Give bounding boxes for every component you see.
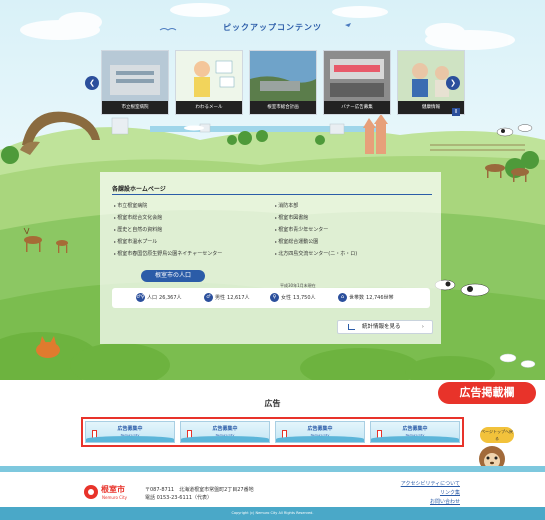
ad-banner-area: 広告募集中 Nemuro City 広告募集中 Nemuro City 広告募集…	[81, 417, 464, 447]
stat-value: 12,617人	[227, 295, 250, 301]
ad-section: 広告 広告掲載欄 広告募集中 Nemuro City 広告募集中 Nemuro …	[0, 380, 545, 465]
ad-banner[interactable]: 広告募集中 Nemuro City	[275, 421, 365, 443]
hero-scene: ピックアップコンテンツ ❮ 市立根室病院 わわるメール 根室市総合計画 バナー広…	[0, 0, 545, 380]
stat-label: 女性	[281, 295, 292, 301]
dept-link[interactable]: 根室市春国岱原生野鳥公園ネイチャーセンター	[114, 248, 222, 260]
stat-label: 人口	[147, 295, 158, 301]
statistics-button[interactable]: 統計情報を見る ›	[337, 320, 433, 334]
pickup-title: ピックアップコンテンツ	[223, 23, 322, 32]
banner-ad-image	[324, 51, 390, 101]
departments-list-right: 消防本部 根室市図書館 根室市青少年センター 根室総合運動公園 北方四島交流セン…	[275, 200, 357, 260]
ad-banner[interactable]: 広告募集中 Nemuro City	[180, 421, 270, 443]
stat-female: ♀ 女性 13,750人	[270, 293, 316, 303]
dept-link[interactable]: 根室総合運動公園	[275, 236, 357, 248]
stat-male: ♂ 男性 12,617人	[204, 293, 250, 303]
stat-households: ⌂ 世帯数 12,746世帯	[338, 293, 394, 303]
people-icon: ♂♀	[136, 293, 145, 302]
dept-link[interactable]: 北方四島交流センター(ニ・ホ・ロ)	[275, 248, 357, 260]
female-icon: ♀	[270, 293, 279, 302]
carousel-pause-button[interactable]: II	[452, 108, 460, 116]
chevron-right-icon: ›	[421, 324, 424, 330]
population-title: 根室市の人口	[141, 270, 205, 282]
departments-title: 各課設ホームページ	[112, 186, 166, 193]
stat-value: 12,746世帯	[366, 295, 394, 301]
slide-caption: 市立根室病院	[102, 101, 168, 114]
dept-link[interactable]: 根室市青少年センター	[275, 224, 357, 236]
departments-panel: 各課設ホームページ 市立根室病院 根室市総合文化会館 歴史と自然の資料館 根室市…	[100, 172, 441, 344]
slide-caption: わわるメール	[176, 101, 242, 114]
male-icon: ♂	[204, 293, 213, 302]
dept-link[interactable]: 根室市温水プール	[114, 236, 222, 248]
wave-decoration	[86, 436, 174, 442]
city-logo-subtext: Nemuro City	[102, 495, 127, 500]
footer-address: 〒087-8711 北海道根室市常盤町2丁目27番地	[145, 487, 254, 493]
carousel-slide-banner-ad[interactable]: バナー広告募集	[323, 50, 391, 115]
carousel-slide-plan[interactable]: 根室市総合計画	[249, 50, 317, 115]
copyright: Copyright (c) Nemuro City All Rights Res…	[0, 507, 545, 520]
stat-label: 世帯数	[349, 295, 365, 301]
footer-links: アクセシビリティについて リンク集 お問い合わせ	[398, 480, 460, 507]
pickup-carousel: ❮ 市立根室病院 わわるメール 根室市総合計画 バナー広告募集 健康情報 ❯	[85, 50, 465, 120]
footer-address-block: 〒087-8711 北海道根室市常盤町2丁目27番地 電話 0153-23-61…	[145, 486, 254, 502]
dept-link[interactable]: 根室市総合文化会館	[114, 212, 222, 224]
mail-illustration	[176, 51, 242, 101]
wave-decoration	[276, 436, 364, 442]
footer-phone: 電話 0153-23-6111（代表）	[145, 495, 213, 501]
ad-banner-text: 広告募集中	[117, 426, 143, 432]
stat-population: ♂♀ 人口 26,367人	[136, 293, 182, 303]
ad-banner-text: 広告募集中	[307, 426, 333, 432]
bar-chart-icon	[348, 324, 355, 330]
ad-banner[interactable]: 広告募集中 Nemuro City	[370, 421, 460, 443]
carousel-slide-mail[interactable]: わわるメール	[175, 50, 243, 115]
ad-banner-text: 広告募集中	[212, 426, 238, 432]
ad-banner[interactable]: 広告募集中 Nemuro City	[85, 421, 175, 443]
dept-link[interactable]: 根室市図書館	[275, 212, 357, 224]
links-page-link[interactable]: リンク集	[398, 489, 460, 498]
carousel-next-button[interactable]: ❯	[446, 76, 460, 90]
statistics-button-label: 統計情報を見る	[362, 324, 401, 330]
accessibility-link[interactable]: アクセシビリティについて	[398, 480, 460, 489]
carousel-prev-button[interactable]: ❮	[85, 76, 99, 90]
departments-list-left: 市立根室病院 根室市総合文化会館 歴史と自然の資料館 根室市温水プール 根室市春…	[114, 200, 222, 260]
dept-link[interactable]: 歴史と自然の資料館	[114, 224, 222, 236]
stat-value: 13,750人	[293, 295, 316, 301]
population-stats: ♂♀ 人口 26,367人 ♂ 男性 12,617人 ♀ 女性 13,750人 ⌂ 世帯数 12…	[112, 288, 430, 308]
slide-caption: 根室市総合計画	[250, 101, 316, 114]
stat-label: 男性	[215, 295, 226, 301]
ad-banner-text: 広告募集中	[402, 426, 428, 432]
wave-decoration	[181, 436, 269, 442]
hospital-photo	[102, 51, 168, 101]
city-logo-icon	[84, 485, 98, 499]
wave-decoration	[371, 436, 459, 442]
ad-label-badge: 広告掲載欄	[438, 382, 536, 404]
dept-link[interactable]: 市立根室病院	[114, 200, 222, 212]
slide-caption: バナー広告募集	[324, 101, 390, 114]
city-aerial-photo	[250, 51, 316, 101]
carousel-slide-hospital[interactable]: 市立根室病院	[101, 50, 169, 115]
city-logo-text[interactable]: 根室市	[101, 484, 125, 495]
stat-value: 26,367人	[159, 295, 182, 301]
contact-link[interactable]: お問い合わせ	[398, 498, 460, 507]
house-icon: ⌂	[338, 293, 347, 302]
dept-link[interactable]: 消防本部	[275, 200, 357, 212]
divider	[112, 194, 432, 195]
